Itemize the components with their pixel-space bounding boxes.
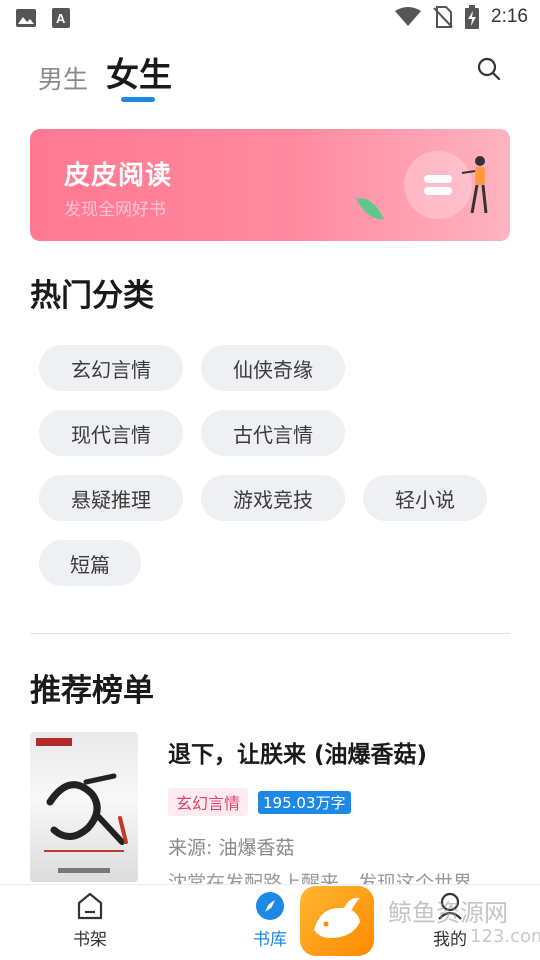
nav-item-bookshelf[interactable]: 书架 — [45, 891, 135, 950]
tab-male[interactable]: 男生 — [38, 60, 88, 96]
status-bar: A 2:16 — [0, 0, 540, 36]
whale-icon — [314, 897, 360, 938]
compass-icon — [256, 892, 284, 920]
image-icon — [16, 9, 36, 27]
watermark-text: 鲸鱼资源网 — [388, 899, 508, 927]
reading-illustration-icon — [356, 151, 488, 220]
category-chip-modern[interactable]: 现代言情 — [39, 410, 183, 456]
book-title[interactable]: 退下，让朕来 (油爆香菇) — [168, 735, 427, 769]
battery-charging-icon — [465, 5, 480, 29]
book-source: 来源: 油爆香菇 — [168, 837, 295, 859]
category-chip-gaming[interactable]: 游戏竞技 — [201, 475, 345, 521]
category-chip-short[interactable]: 短篇 — [39, 540, 141, 586]
wifi-icon — [395, 7, 422, 26]
book-cover[interactable] — [30, 732, 138, 882]
watermark-logo — [300, 886, 374, 956]
watermark-url: 123.com — [470, 926, 540, 947]
no-sim-icon — [433, 6, 453, 28]
clock: 2:16 — [491, 6, 528, 27]
text-a-icon: A — [52, 8, 70, 28]
word-count-badge: 195.03万字 — [258, 791, 351, 814]
gender-tabs: 男生 女生 — [38, 48, 172, 96]
nav-label-profile: 我的 — [433, 930, 467, 950]
categories-heading: 热门分类 — [30, 278, 154, 314]
category-chip-mystery[interactable]: 悬疑推理 — [39, 475, 183, 521]
book-description: 沈棠在发配路上醒来，发现这个世界 — [168, 872, 473, 884]
nav-label-bookshelf: 书架 — [73, 930, 107, 950]
divider — [30, 633, 510, 634]
promo-banner[interactable]: 皮皮阅读 发现全网好书 — [30, 129, 510, 241]
nav-label-library: 书库 — [253, 930, 287, 950]
genre-tag: 玄幻言情 — [168, 788, 249, 816]
tab-female[interactable]: 女生 — [106, 48, 172, 96]
svg-text:A: A — [56, 11, 66, 26]
search-icon[interactable] — [476, 56, 502, 82]
banner-subtitle: 发现全网好书 — [64, 200, 166, 220]
category-chip-xianxia[interactable]: 仙侠奇缘 — [201, 345, 345, 391]
category-chip-ancient[interactable]: 古代言情 — [201, 410, 345, 456]
banner-title: 皮皮阅读 — [64, 161, 173, 191]
book-cover-art — [36, 738, 128, 873]
active-tab-indicator — [121, 97, 155, 102]
category-chip-light-novel[interactable]: 轻小说 — [363, 475, 487, 521]
category-chip-xuanhuan[interactable]: 玄幻言情 — [39, 345, 183, 391]
bookshelf-icon — [77, 892, 103, 920]
recommend-heading: 推荐榜单 — [30, 673, 154, 709]
